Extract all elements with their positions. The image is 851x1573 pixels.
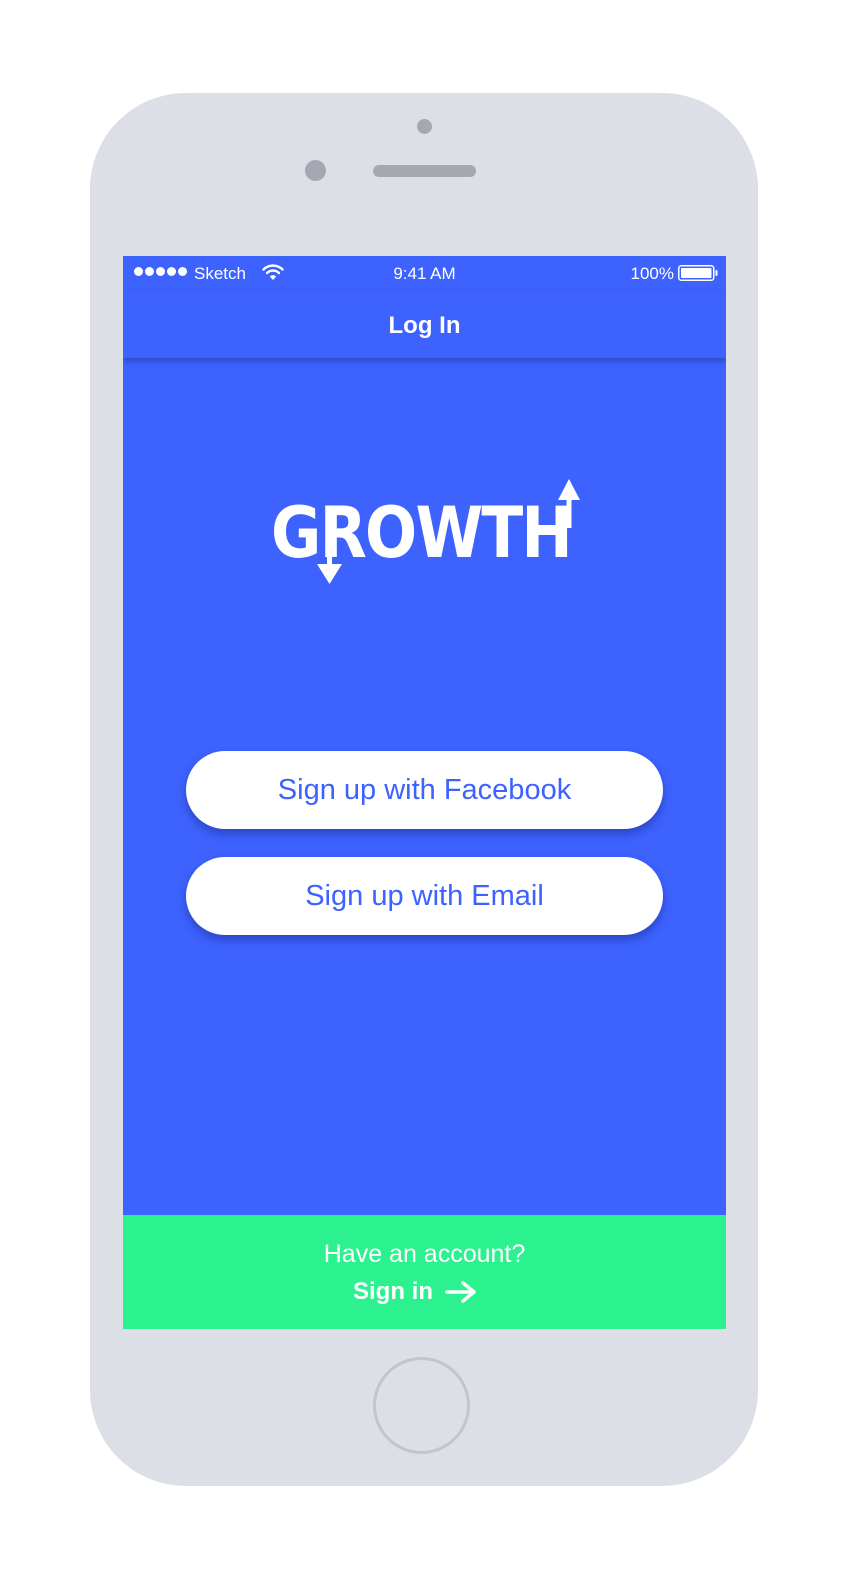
sign-in-link[interactable]: Sign in xyxy=(353,1277,477,1307)
signup-email-button[interactable]: Sign up with Email xyxy=(186,857,663,935)
app-screen: Sketch 9:41 AM 100% Log In GROWTH Sign u… xyxy=(123,256,726,1329)
proximity-sensor xyxy=(305,160,326,181)
signup-facebook-button[interactable]: Sign up with Facebook xyxy=(186,751,663,829)
earpiece-speaker xyxy=(373,165,476,177)
navigation-bar: Log In xyxy=(123,292,726,358)
account-prompt: Have an account? xyxy=(323,1240,526,1268)
arrow-right-icon xyxy=(445,1281,476,1303)
logo-wordmark: GROWTH xyxy=(271,492,571,574)
growth-logo: GROWTH xyxy=(271,479,580,584)
battery-percentage: 100% xyxy=(630,264,674,283)
sign-in-label: Sign in xyxy=(353,1278,433,1305)
sign-in-footer: Have an account? Sign in xyxy=(123,1215,726,1329)
battery-icon xyxy=(678,265,718,281)
page-title: Log In xyxy=(388,312,461,339)
status-bar: Sketch 9:41 AM 100% xyxy=(123,256,726,292)
home-button[interactable] xyxy=(373,1357,470,1454)
front-camera xyxy=(417,119,432,134)
